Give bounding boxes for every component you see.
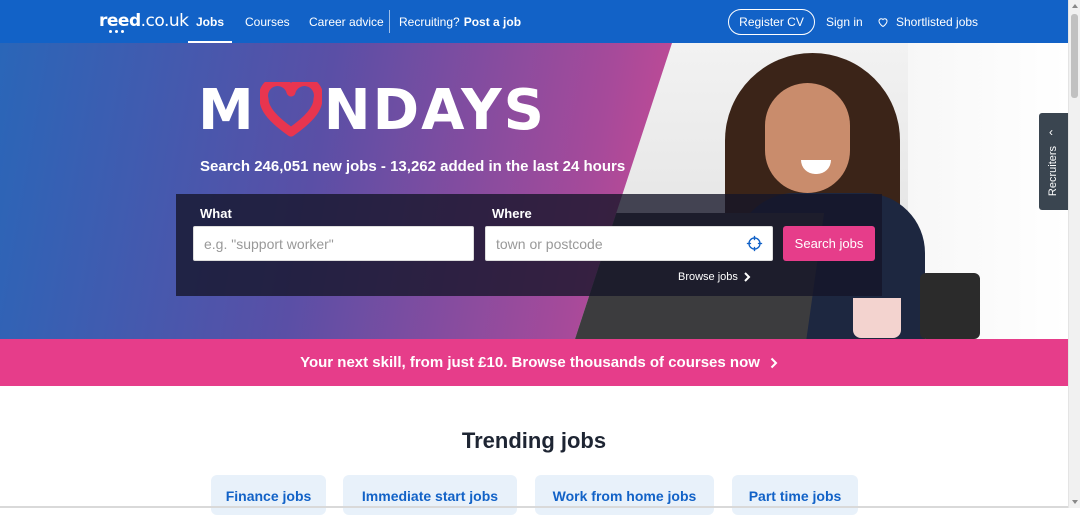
where-search-input[interactable]: town or postcode — [485, 226, 773, 261]
sign-in-link[interactable]: Sign in — [826, 0, 863, 43]
browse-jobs-label: Browse jobs — [678, 271, 738, 283]
top-navigation-bar: reed.co.uk Jobs Courses Career advice Re… — [0, 0, 1068, 43]
chevron-right-icon — [744, 272, 751, 282]
courses-promo-banner[interactable]: Your next skill, from just £10. Browse t… — [0, 339, 1068, 386]
shortlisted-jobs-link[interactable]: Shortlisted jobs — [877, 0, 978, 43]
heart-letter-icon — [259, 82, 322, 137]
location-target-icon[interactable] — [746, 235, 763, 252]
trending-chip-finance[interactable]: Finance jobs — [211, 475, 326, 515]
logo-main-text: reed — [99, 11, 141, 31]
shortlisted-jobs-label: Shortlisted jobs — [896, 14, 979, 29]
recruiters-label: Recruiters — [1047, 145, 1059, 197]
nav-divider — [389, 10, 390, 33]
scroll-up-arrow-icon[interactable] — [1072, 4, 1078, 8]
recruiting-prefix: Recruiting? — [399, 14, 460, 29]
nav-jobs[interactable]: Jobs — [188, 0, 232, 43]
nav-career-advice[interactable]: Career advice — [309, 0, 384, 43]
trending-chip-work-from-home[interactable]: Work from home jobs — [535, 475, 714, 515]
headline-left: M — [198, 77, 256, 143]
what-search-input[interactable]: e.g. "support worker" — [193, 226, 474, 261]
scrollbar-thumb[interactable] — [1071, 14, 1078, 98]
hero-headline: M NDAYS — [198, 77, 546, 143]
hero-subline: Search 246,051 new jobs - 13,262 added i… — [200, 158, 626, 175]
logo-suffix-text: .co.uk — [140, 11, 189, 31]
banner-text: Your next skill, from just £10. Browse t… — [300, 354, 760, 371]
what-label: What — [200, 206, 232, 221]
logo-dots-icon — [109, 30, 124, 33]
chevron-right-icon — [770, 357, 778, 368]
register-cv-button[interactable]: Register CV — [728, 9, 815, 35]
nav-recruiting[interactable]: Recruiting? Post a job — [399, 0, 521, 43]
headline-right: NDAYS — [323, 77, 546, 143]
browse-jobs-link[interactable]: Browse jobs — [678, 271, 751, 283]
nav-courses[interactable]: Courses — [245, 0, 290, 43]
where-label: Where — [492, 206, 532, 221]
heart-icon — [878, 17, 888, 27]
scroll-down-arrow-icon[interactable] — [1072, 500, 1078, 504]
trending-chip-immediate-start[interactable]: Immediate start jobs — [343, 475, 517, 515]
post-a-job-link[interactable]: Post a job — [464, 15, 521, 29]
trending-chip-part-time[interactable]: Part time jobs — [732, 475, 858, 515]
search-jobs-button[interactable]: Search jobs — [783, 226, 875, 261]
recruiters-side-tab[interactable]: ‹ Recruiters — [1039, 113, 1068, 210]
page-scrollbar[interactable] — [1068, 0, 1080, 508]
trending-jobs-title: Trending jobs — [461, 428, 607, 453]
reed-logo[interactable]: reed.co.uk — [99, 11, 189, 33]
chevron-left-icon: ‹ — [1049, 125, 1053, 139]
